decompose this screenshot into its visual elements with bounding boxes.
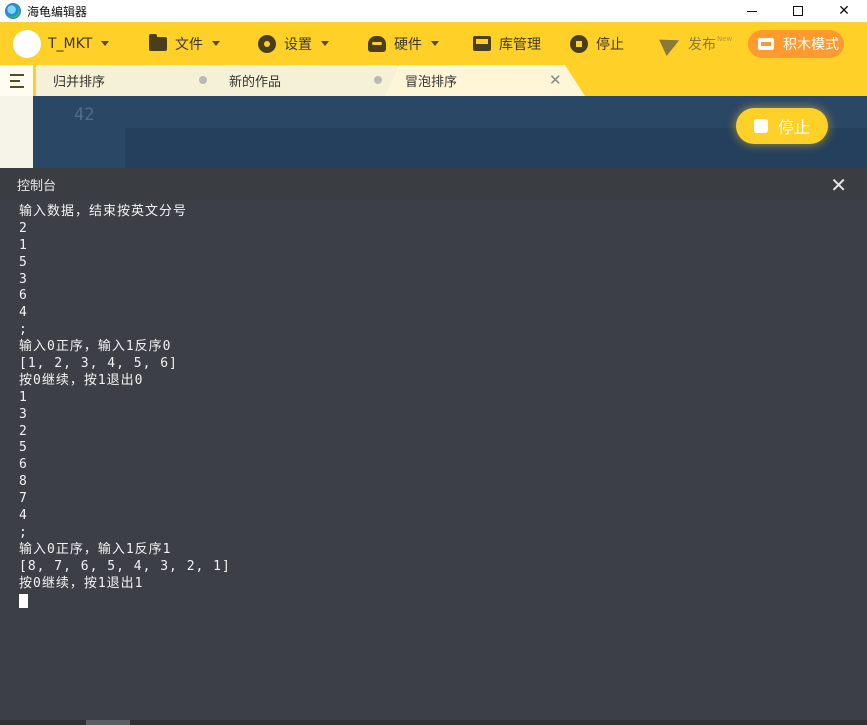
console-line: 8 [19, 474, 28, 490]
hamburger-icon [9, 73, 24, 76]
console-line: 7 [19, 491, 28, 507]
sidebar-strip [0, 96, 33, 168]
chevron-down-icon [212, 41, 220, 46]
console-line: 2 [19, 220, 28, 236]
console-line: 1 [19, 389, 28, 405]
console-line: 按0继续，按1退出1 [19, 575, 144, 591]
line-number: 42 [74, 105, 95, 125]
sidebar-toggle-button[interactable] [0, 65, 33, 96]
code-editor[interactable]: 42 停止 [0, 96, 867, 168]
settings-menu-label: 设置 [284, 36, 312, 53]
stop-toolbar-label: 停止 [596, 36, 624, 53]
maximize-icon [793, 6, 803, 16]
scrollbar-thumb[interactable] [86, 720, 130, 725]
publish-button[interactable]: 发布 New [659, 22, 733, 65]
chevron-down-icon [321, 41, 329, 46]
console-line: ; [19, 524, 28, 540]
file-menu-label: 文件 [175, 36, 203, 53]
main-toolbar: T_MKT 文件 设置 硬件 库管理 停止 发布 New 积木模式 [0, 22, 867, 65]
console-line: 5 [19, 440, 28, 456]
console-header: 控制台 ✕ [0, 168, 867, 200]
file-menu[interactable]: 文件 [149, 22, 220, 65]
console-line: 6 [19, 457, 28, 473]
stop-icon [754, 119, 768, 133]
minimize-icon [747, 10, 757, 12]
folder-icon [149, 33, 167, 51]
unsaved-dot-icon [374, 76, 382, 84]
avatar[interactable] [13, 29, 41, 58]
chevron-down-icon [431, 41, 439, 46]
block-mode-icon [758, 38, 774, 50]
library-label: 库管理 [499, 36, 541, 53]
turtle-logo-icon [5, 3, 21, 19]
new-badge: New [717, 34, 733, 43]
block-mode-label: 积木模式 [783, 37, 839, 53]
console-line: 输入0正序，输入1反序0 [19, 339, 172, 355]
tab-bubble-sort[interactable]: 冒泡排序 ✕ [385, 65, 585, 96]
run-stop-button[interactable]: 停止 [736, 108, 828, 144]
console-output[interactable]: 输入数据，结束按英文分号 2 1 5 3 6 4; 输入0正序，输入1反序0 [1, 2, 3,… [0, 200, 867, 725]
tab-label: 冒泡排序 [405, 75, 458, 90]
console-line: ; [19, 322, 28, 338]
library-button[interactable]: 库管理 [473, 22, 541, 65]
stop-circle-icon [570, 34, 588, 53]
console-line: 3 [19, 271, 28, 287]
window-controls: ✕ [729, 0, 867, 22]
console-line: [1, 2, 3, 4, 5, 6] [19, 356, 178, 372]
close-tab-icon[interactable]: ✕ [549, 71, 562, 89]
tab-bar: 归并排序 新的作品 冒泡排序 ✕ [0, 65, 867, 96]
console-line: 按0继续，按1退出0 [19, 372, 144, 388]
console-line: 5 [19, 254, 28, 270]
stop-toolbar-button[interactable]: 停止 [570, 22, 624, 65]
console-line: 3 [19, 406, 28, 422]
console-line: 4 [19, 305, 28, 321]
settings-menu[interactable]: 设置 [258, 22, 329, 65]
console-line: 6 [19, 288, 28, 304]
user-name: T_MKT [48, 35, 93, 52]
library-icon [473, 36, 491, 51]
hardware-menu-label: 硬件 [394, 36, 422, 53]
paper-plane-icon [659, 31, 683, 56]
close-icon: ✕ [838, 3, 850, 19]
hardware-menu[interactable]: 硬件 [368, 22, 439, 65]
block-mode-button[interactable]: 积木模式 [748, 30, 844, 58]
chevron-down-icon [101, 41, 110, 46]
gear-icon [258, 34, 276, 53]
console-line: 4 [19, 508, 28, 524]
window-title: 海龟编辑器 [27, 4, 88, 19]
tab-new-work[interactable]: 新的作品 [214, 65, 398, 96]
tab-label: 新的作品 [229, 75, 282, 90]
console-line: 输入0正序，输入1反序1 [19, 541, 172, 557]
console-cursor [19, 594, 28, 609]
tab-label: 归并排序 [53, 75, 106, 90]
close-window-button[interactable]: ✕ [821, 0, 867, 22]
title-bar: 海龟编辑器 ✕ [0, 0, 867, 22]
console-line: 2 [19, 423, 28, 439]
console-line: 1 [19, 237, 28, 253]
publish-label: 发布 [688, 36, 716, 53]
robot-icon [368, 35, 386, 52]
tab-merge-sort[interactable]: 归并排序 [36, 65, 222, 96]
run-stop-label: 停止 [778, 118, 811, 137]
horizontal-scrollbar[interactable] [0, 720, 867, 725]
close-console-icon[interactable]: ✕ [830, 173, 847, 197]
minimize-button[interactable] [729, 0, 775, 22]
console-title: 控制台 [17, 178, 57, 194]
unsaved-dot-icon [199, 76, 207, 84]
user-menu[interactable]: T_MKT [48, 22, 110, 65]
console-line: [8, 7, 6, 5, 4, 3, 2, 1] [19, 558, 231, 574]
console-line: 输入数据，结束按英文分号 [19, 204, 188, 219]
maximize-button[interactable] [775, 0, 821, 22]
